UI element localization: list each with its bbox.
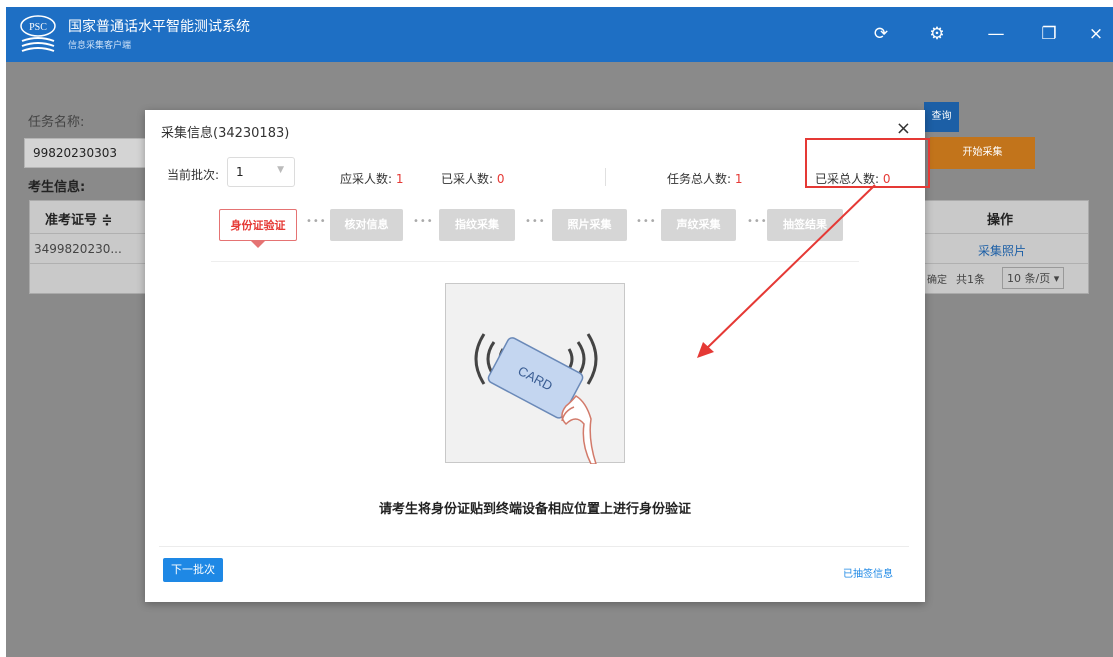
- operation-column-header: 操作: [987, 213, 1014, 228]
- step-check-info: 核对信息: [330, 209, 403, 241]
- gear-icon[interactable]: ⚙: [924, 21, 950, 47]
- chevron-down-icon: ▼: [277, 165, 284, 175]
- id-card-reader-illustration: CARD: [445, 283, 625, 465]
- active-step-pointer: [251, 241, 265, 248]
- next-batch-button[interactable]: 下一批次: [163, 558, 223, 582]
- step-separator: •••: [747, 216, 768, 227]
- dialog-title: 采集信息(34230183): [161, 126, 290, 141]
- batch-label: 当前批次:: [167, 168, 220, 182]
- step-progress: 身份证验证 ••• 核对信息 ••• 指纹采集 ••• 照片采集 ••• 声纹采…: [211, 206, 859, 262]
- pagination-confirm[interactable]: 确定: [927, 271, 947, 286]
- query-button[interactable]: 查询: [924, 102, 959, 132]
- step-draw-result: 抽签结果: [767, 209, 843, 241]
- examinee-info-label: 考生信息:: [28, 180, 86, 195]
- step-fingerprint: 指纹采集: [439, 209, 515, 241]
- step-photo: 照片采集: [552, 209, 627, 241]
- minimize-icon[interactable]: —: [983, 21, 1009, 47]
- svg-text:PSC: PSC: [29, 22, 47, 33]
- task-name-label: 任务名称:: [28, 115, 85, 130]
- ticket-column-header[interactable]: 准考证号 ≑: [45, 209, 112, 228]
- step-separator: •••: [525, 216, 546, 227]
- collected-label: 已采人数:: [441, 172, 494, 186]
- nfc-card-icon: CARD: [474, 333, 598, 465]
- close-icon[interactable]: ×: [896, 118, 911, 139]
- refresh-icon[interactable]: ⟳: [868, 21, 894, 47]
- should-collect-value: 1: [395, 172, 404, 186]
- page-size-select[interactable]: 10 条/页 ▾: [1002, 267, 1065, 289]
- stats-divider: [605, 168, 606, 186]
- lot-info-link[interactable]: 已抽签信息: [843, 565, 893, 580]
- title-bar: PSC 国家普通话水平智能测试系统 信息采集客户端 ⟳ ⚙ — ❐ ×: [6, 7, 1113, 62]
- collected-value: 0: [496, 172, 505, 186]
- pagination-total: 共1条: [956, 273, 985, 286]
- step-separator: •••: [636, 216, 657, 227]
- app-subtitle: 信息采集客户端: [68, 41, 132, 51]
- start-collect-button[interactable]: 开始采集: [930, 137, 1035, 169]
- step-voiceprint: 声纹采集: [661, 209, 736, 241]
- app-title: 国家普通话水平智能测试系统: [68, 19, 250, 35]
- step-separator: •••: [413, 216, 434, 227]
- footer-divider: [159, 546, 909, 547]
- restore-icon[interactable]: ❐: [1036, 21, 1062, 47]
- batch-value: 1: [236, 165, 244, 179]
- should-collect-label: 应采人数:: [340, 172, 393, 186]
- task-total-label: 任务总人数:: [667, 172, 732, 186]
- step-id-verify: 身份证验证: [219, 209, 297, 241]
- task-total-value: 1: [734, 172, 743, 186]
- collect-photo-link[interactable]: 采集照片: [978, 242, 1026, 259]
- batch-select[interactable]: 1 ▼: [227, 157, 295, 187]
- instruction-text: 请考生将身份证贴到终端设备相应位置上进行身份验证: [378, 502, 691, 517]
- collected-stat: 已采人数: 0: [441, 170, 505, 187]
- psc-logo-icon: PSC: [20, 15, 56, 52]
- table-row-ticket: 3499820230...: [34, 242, 122, 256]
- task-total-stat: 任务总人数: 1: [667, 170, 743, 187]
- step-separator: •••: [306, 216, 327, 227]
- annotation-highlight-box: [805, 138, 930, 188]
- close-icon[interactable]: ×: [1083, 21, 1109, 47]
- should-collect-stat: 应采人数: 1: [340, 170, 404, 187]
- task-name-input[interactable]: 99820230303: [24, 138, 149, 168]
